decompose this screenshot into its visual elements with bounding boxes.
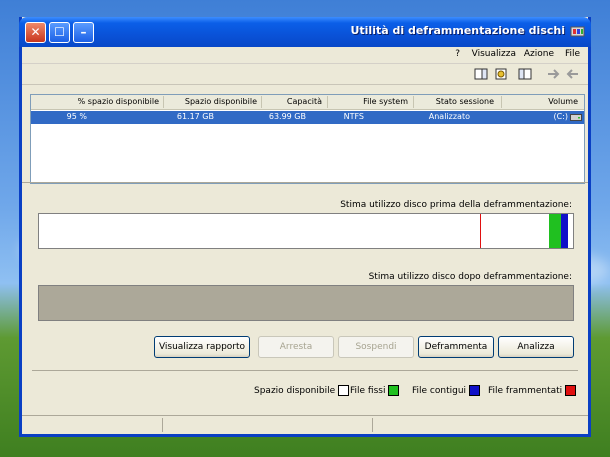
fixed-files-segment bbox=[549, 214, 561, 248]
arresta-button[interactable]: Arresta bbox=[258, 336, 334, 358]
back-arrow-icon[interactable] bbox=[566, 67, 580, 81]
deframmenta-button[interactable]: Deframmenta bbox=[418, 336, 494, 358]
menu-azione[interactable]: Azione bbox=[524, 49, 554, 59]
close-button[interactable]: ✕ bbox=[25, 22, 46, 43]
help-panel-icon[interactable] bbox=[474, 67, 488, 81]
swatch-spazio bbox=[338, 385, 349, 396]
table-row[interactable]: (C:) Analizzato NTFS 63.99 GB 61.17 GB 9… bbox=[31, 111, 584, 124]
properties-icon[interactable] bbox=[494, 67, 508, 81]
legend-fissi: File fissi bbox=[350, 385, 400, 396]
window-title: Utilità di deframmentazione dischi bbox=[350, 24, 565, 37]
legend-label: Spazio disponibile bbox=[254, 386, 336, 396]
disk-usage-after-bar bbox=[38, 285, 574, 321]
legend-label: File fissi bbox=[350, 386, 386, 396]
column-stato-sessione[interactable]: Stato sessione bbox=[436, 97, 494, 106]
cell-volume: (C:) bbox=[553, 112, 568, 121]
legend-label: File frammentati bbox=[488, 386, 563, 396]
column-capacita[interactable]: Capacità bbox=[287, 97, 322, 106]
menu-visualizza[interactable]: Visualizza bbox=[472, 49, 516, 59]
after-label: Stima utilizzo disco dopo deframmentazio… bbox=[368, 272, 572, 282]
divider bbox=[22, 182, 588, 183]
column-volume[interactable]: Volume bbox=[548, 97, 578, 106]
title-bar[interactable]: ✕ ☐ – Utilità di deframmentazione dischi bbox=[19, 17, 591, 47]
status-separator bbox=[372, 418, 373, 432]
column-separator bbox=[261, 96, 262, 108]
fragmented-segment bbox=[480, 214, 481, 248]
column-separator bbox=[501, 96, 502, 108]
defrag-window: ✕ ☐ – Utilità di deframmentazione dischi… bbox=[19, 17, 591, 437]
analizza-button[interactable]: Analizza bbox=[498, 336, 574, 358]
cell-spazio: 61.17 GB bbox=[176, 112, 214, 121]
legend-spazio: Spazio disponibile bbox=[254, 385, 349, 396]
drive-icon bbox=[570, 114, 582, 121]
maximize-button[interactable]: ☐ bbox=[49, 22, 70, 43]
before-label: Stima utilizzo disco prima della deframm… bbox=[340, 200, 572, 210]
cell-percent: 95 % bbox=[66, 112, 87, 121]
menu-file[interactable]: File bbox=[565, 49, 580, 59]
swatch-frammentati bbox=[565, 385, 577, 396]
legend-contigui: File contigui bbox=[412, 385, 480, 396]
volume-list-header: Volume Stato sessione File system Capaci… bbox=[31, 95, 584, 110]
show-hide-tree-icon[interactable] bbox=[518, 67, 532, 81]
menu-help[interactable]: ? bbox=[455, 49, 460, 59]
cell-file-system: NTFS bbox=[343, 112, 364, 121]
column-spazio-disponibile[interactable]: Spazio disponibile bbox=[185, 97, 257, 106]
cell-capacita: 63.99 GB bbox=[268, 112, 306, 121]
volume-list[interactable]: Volume Stato sessione File system Capaci… bbox=[30, 94, 585, 184]
minimize-button[interactable]: – bbox=[73, 22, 94, 43]
column-percent-spazio[interactable]: % spazio disponibile bbox=[78, 97, 159, 106]
sospendi-button[interactable]: Sospendi bbox=[338, 336, 414, 358]
cell-stato: Analizzato bbox=[428, 112, 470, 121]
column-separator bbox=[327, 96, 328, 108]
legend-frammentati: File frammentati bbox=[488, 385, 577, 396]
legend-label: File contigui bbox=[412, 386, 467, 396]
swatch-fissi bbox=[388, 385, 400, 396]
forward-arrow-icon[interactable] bbox=[546, 67, 560, 81]
contiguous-segment bbox=[563, 214, 568, 248]
status-separator bbox=[162, 418, 163, 432]
divider bbox=[32, 370, 578, 371]
swatch-contigui bbox=[468, 385, 480, 396]
status-bar bbox=[22, 415, 588, 434]
column-file-system[interactable]: File system bbox=[363, 97, 408, 106]
visualizza-rapporto-button[interactable]: Visualizza rapporto bbox=[154, 336, 250, 358]
column-separator bbox=[163, 96, 164, 108]
defrag-app-icon bbox=[570, 26, 585, 37]
toolbar bbox=[22, 64, 588, 85]
disk-usage-before-bar bbox=[38, 213, 574, 249]
column-separator bbox=[413, 96, 414, 108]
menu-bar: File Azione Visualizza ? bbox=[22, 47, 588, 64]
contiguous-segment bbox=[561, 214, 563, 248]
